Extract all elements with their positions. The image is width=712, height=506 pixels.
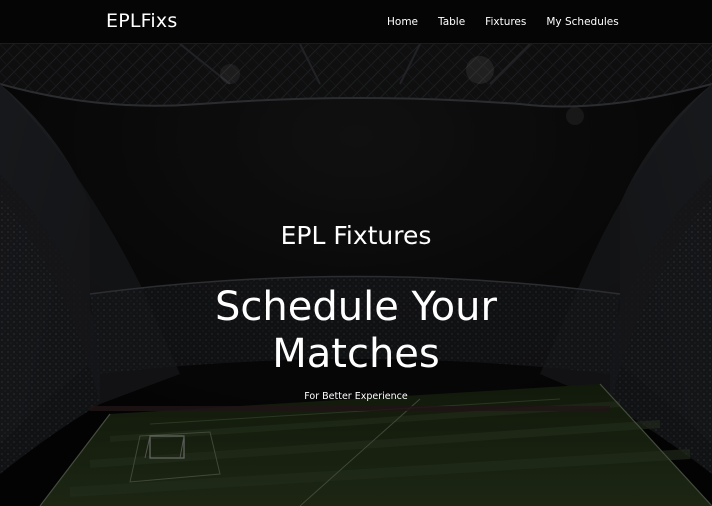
hero-title-line-1: Schedule Your xyxy=(215,284,497,330)
hero-subtitle: EPL Fixtures xyxy=(280,221,432,250)
hero-tagline: For Better Experience xyxy=(304,391,408,402)
brand-logo-link[interactable]: EPLFixs xyxy=(106,10,177,32)
nav-link-my-schedules[interactable]: My Schedules xyxy=(536,16,628,28)
hero-content: EPL Fixtures Schedule Your Matches For B… xyxy=(0,44,712,506)
hero-title: Schedule Your Matches xyxy=(0,284,712,378)
hero-section: EPL Fixtures Schedule Your Matches For B… xyxy=(0,44,712,506)
nav-links: Home Table Fixtures My Schedules xyxy=(377,16,629,28)
navbar: EPLFixs Home Table Fixtures My Schedules xyxy=(0,0,712,44)
nav-link-home[interactable]: Home xyxy=(377,16,428,28)
hero-title-line-2: Matches xyxy=(272,331,440,377)
page: EPLFixs Home Table Fixtures My Schedules xyxy=(0,0,712,506)
nav-link-table[interactable]: Table xyxy=(428,16,475,28)
nav-link-fixtures[interactable]: Fixtures xyxy=(475,16,536,28)
